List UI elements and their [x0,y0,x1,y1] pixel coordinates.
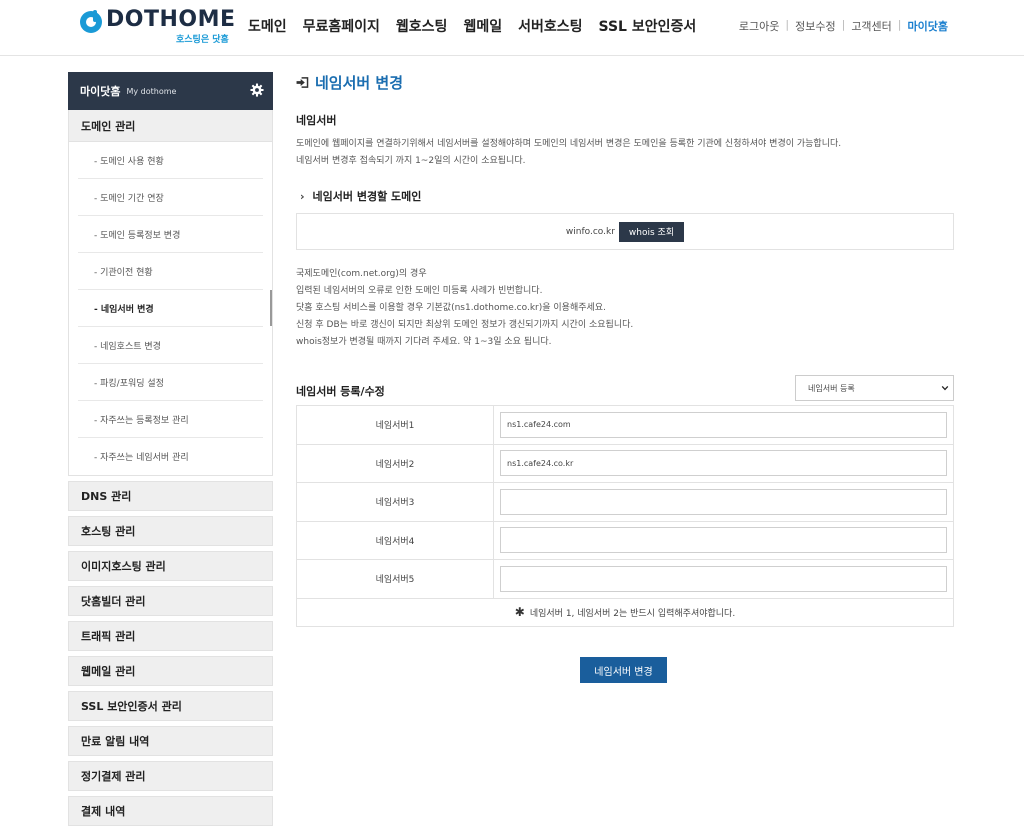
divider: | [841,18,846,31]
table-row: 네임서버1 [297,406,953,445]
main-content: 네임서버 변경 네임서버 도메인에 웹페이지를 연결하기위해서 네임서버를 설정… [296,70,954,627]
page-title: 네임서버 변경 [296,70,954,94]
logo-mark-icon [80,10,102,33]
domain-section-title-text: 네임서버 변경할 도메인 [312,190,422,203]
main-nav: 도메인 무료홈페이지 웹호스팅 웹메일 서버호스팅 SSL 보안인증서 [248,16,712,36]
nav-web-hosting[interactable]: 웹호스팅 [396,16,448,36]
sidebar-item-domain-renew[interactable]: - 도메인 기간 연장 [78,179,263,216]
nameserver1-input[interactable] [500,411,947,438]
sidebar-cat-image-hosting[interactable]: 이미지호스팅 관리 [68,551,273,581]
sidebar-item-frequent-nameservers[interactable]: - 자주쓰는 네임서버 관리 [78,438,263,475]
sidebar-item-frequent-contacts[interactable]: - 자주쓰는 등록정보 관리 [78,401,263,438]
sidebar-cat-hosting[interactable]: 호스팅 관리 [68,516,273,546]
sidebar-item-transfer-status[interactable]: - 기관이전 현황 [78,253,263,290]
sign-in-icon [296,76,309,88]
sidebar-cat-payment-history[interactable]: 결제 내역 [68,796,273,826]
sidebar-cat-webmail[interactable]: 웹메일 관리 [68,656,273,686]
logo-text: DOTHOME [106,7,236,32]
utility-links: 로그아웃 | 정보수정 | 고객센터 | 마이닷홈 [739,18,948,34]
nav-server-hosting[interactable]: 서버호스팅 [518,16,582,36]
customer-center-link[interactable]: 고객센터 [851,18,891,34]
nameserver-cell [494,483,953,521]
nameserver-label: 네임서버1 [297,406,494,444]
nav-domain[interactable]: 도메인 [248,16,287,36]
gear-icon[interactable] [250,83,264,97]
sidebar-header: 마이닷홈 My dothome [68,72,273,110]
sidebar-subtitle: My dothome [126,86,177,96]
divider: | [897,18,902,31]
required-note: ✱ 네임서버 1, 네임서버 2는 반드시 입력해주셔야합니다. [297,599,953,627]
nameserver2-input[interactable] [500,450,947,477]
nameserver-label: 네임서버4 [297,521,494,559]
nameserver-cell [494,522,953,560]
chevron-right-icon: › [300,189,305,203]
notice-line: 국제도메인(com.net.org)의 경우 [296,269,427,279]
dothome-logo[interactable]: DOTHOME 호스팅은 닷홈 [80,7,235,45]
table-row: 네임서버4 [297,521,953,560]
sidebar-sub-menu: - 도메인 사용 현황 - 도메인 기간 연장 - 도메인 등록정보 변경 - … [68,142,273,476]
mydothome-link[interactable]: 마이닷홈 [908,18,948,34]
table-row: 네임서버2 [297,444,953,483]
notice-line: whois정보가 변경될 때까지 기다려 주세요. 약 1~3일 소요 됩니다. [296,337,552,347]
notice-line: 입력된 네임서버의 오류로 인한 도메인 미등록 사례가 빈번합니다. [296,286,543,296]
logout-link[interactable]: 로그아웃 [739,18,779,34]
nameserver-label: 네임서버2 [297,444,494,482]
logo-subtitle: 호스팅은 닷홈 [176,35,229,45]
notice-line: 신청 후 DB는 바로 갱신이 되지만 최상위 도메인 정보가 갱신되기까지 시… [296,320,634,330]
sidebar-cat-traffic[interactable]: 트래픽 관리 [68,621,273,651]
sidebar-section-domain[interactable]: 도메인 관리 [68,110,273,142]
chevron-down-icon [941,385,949,391]
nameserver4-input[interactable] [500,527,947,554]
required-note-text: 네임서버 1, 네임서버 2는 반드시 입력해주셔야합니다. [529,608,736,619]
asterisk-icon: ✱ [514,605,525,619]
sidebar-item-nameserver-change[interactable]: - 네임서버 변경 [78,290,272,327]
sidebar-item-parking-forwarding[interactable]: - 파킹/포워딩 설정 [78,364,263,401]
domain-box: winfo.co.kr whois 조회 [296,213,954,250]
sidebar-item-domain-usage[interactable]: - 도메인 사용 현황 [78,142,263,179]
divider: | [785,18,790,31]
nameserver-preset-select[interactable]: 네임서버 등록 [795,375,954,401]
registration-header: 네임서버 등록/수정 네임서버 등록 [296,375,954,405]
sidebar-cat-expiry-alerts[interactable]: 만료 알림 내역 [68,726,273,756]
domain-section-title: › 네임서버 변경할 도메인 [296,188,954,204]
nav-webmail[interactable]: 웹메일 [463,16,502,36]
notice: 국제도메인(com.net.org)의 경우 입력된 네임서버의 오류로 인한 … [296,266,954,351]
description-line: 네임서버 변경후 접속되기 까지 1~2일의 시간이 소요됩니다. [296,156,526,166]
description-line: 도메인에 웹페이지를 연결하기위해서 네임서버를 설정해야하며 도메인의 네임서… [296,139,842,149]
whois-button[interactable]: whois 조회 [618,221,685,242]
sidebar-item-namehost-change[interactable]: - 네임호스트 변경 [78,327,263,364]
sidebar-cat-builder[interactable]: 닷홈빌더 관리 [68,586,273,616]
registration-title: 네임서버 등록/수정 [296,385,385,398]
sidebar-item-domain-info-change[interactable]: - 도메인 등록정보 변경 [78,216,263,253]
table-row: 네임서버5 [297,560,953,599]
notice-line: 닷홈 호스팅 서비스를 이용할 경우 기본값(ns1.dothome.co.kr… [296,303,606,313]
site-header: DOTHOME 호스팅은 닷홈 도메인 무료홈페이지 웹호스팅 웹메일 서버호스… [0,0,1024,56]
description: 도메인에 웹페이지를 연결하기위해서 네임서버를 설정해야하며 도메인의 네임서… [296,136,954,170]
sidebar: 마이닷홈 My dothome 도메인 관리 - 도메인 사용 현황 - 도메인… [68,72,273,826]
nameserver-cell [494,560,953,598]
sidebar-title: 마이닷홈 [80,85,121,98]
edit-info-link[interactable]: 정보수정 [795,18,835,34]
section-title: 네임서버 [296,114,337,127]
nameserver-label: 네임서버5 [297,560,494,598]
select-value: 네임서버 등록 [808,383,855,393]
nameserver5-input[interactable] [500,565,947,592]
sidebar-cat-recurring-payment[interactable]: 정기결제 관리 [68,761,273,791]
nameserver3-input[interactable] [500,488,947,515]
nav-free-homepage[interactable]: 무료홈페이지 [303,16,380,36]
change-nameserver-button[interactable]: 네임서버 변경 [580,657,667,683]
domain-name: winfo.co.kr [565,226,615,237]
nameserver-label: 네임서버3 [297,483,494,521]
table-row: 네임서버3 [297,483,953,522]
sidebar-cat-ssl[interactable]: SSL 보안인증서 관리 [68,691,273,721]
sidebar-cat-dns[interactable]: DNS 관리 [68,481,273,511]
nameserver-cell [494,406,953,444]
nameserver-cell [494,445,953,483]
nav-ssl[interactable]: SSL 보안인증서 [599,16,697,36]
page-title-text: 네임서버 변경 [315,73,404,92]
nameserver-table: 네임서버1 네임서버2 네임서버3 네임서버4 네임서버5 [296,405,954,627]
